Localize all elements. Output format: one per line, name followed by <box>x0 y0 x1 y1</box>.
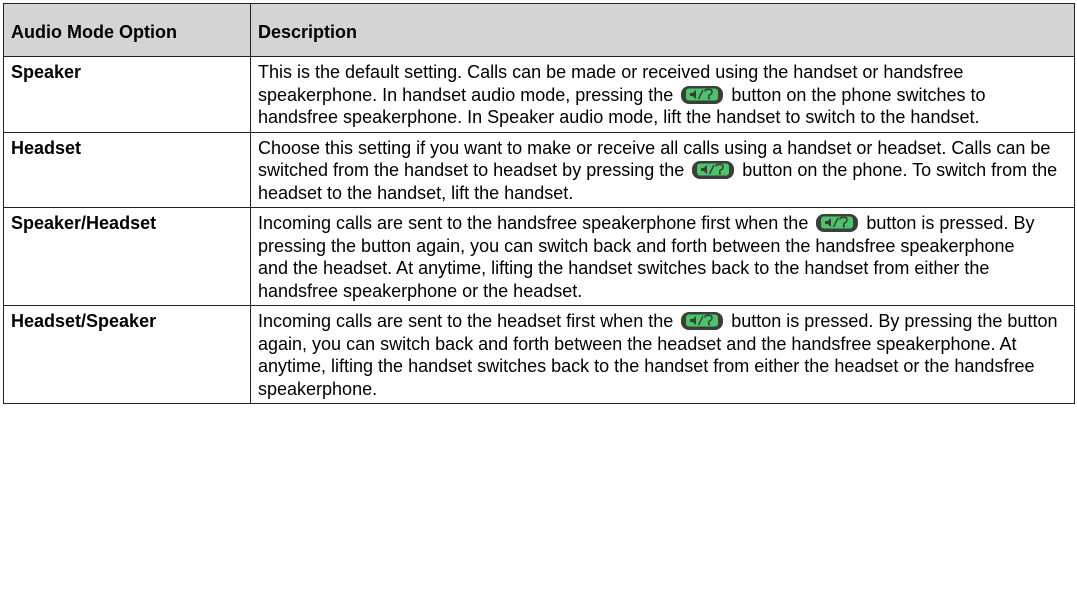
speaker-headset-button-icon <box>680 85 724 105</box>
table-row: Headset Choose this setting if you want … <box>3 131 1075 208</box>
header-audio-mode-option: Audio Mode Option <box>3 3 251 57</box>
audio-mode-table: Audio Mode Option Description Speaker Th… <box>3 3 1075 404</box>
description-cell: Incoming calls are sent to the headset f… <box>250 305 1075 404</box>
table-row: Speaker This is the default setting. Cal… <box>3 56 1075 133</box>
speaker-headset-button-icon <box>815 213 859 233</box>
description-cell: Choose this setting if you want to make … <box>250 131 1075 208</box>
table-row: Speaker/Headset Incoming calls are sent … <box>3 207 1075 306</box>
description-text: Incoming calls are sent to the headset f… <box>258 311 674 331</box>
option-cell: Speaker <box>3 56 251 133</box>
speaker-headset-button-icon <box>680 311 724 331</box>
option-cell: Speaker/Headset <box>3 207 251 306</box>
option-cell: Headset/Speaker <box>3 305 251 404</box>
table-row: Headset/Speaker Incoming calls are sent … <box>3 305 1075 404</box>
option-cell: Headset <box>3 131 251 208</box>
table-header-row: Audio Mode Option Description <box>3 3 1075 57</box>
description-text: Incoming calls are sent to the handsfree… <box>258 213 809 233</box>
description-cell: Incoming calls are sent to the handsfree… <box>250 207 1075 306</box>
description-cell: This is the default setting. Calls can b… <box>250 56 1075 133</box>
speaker-headset-button-icon <box>691 160 735 180</box>
header-description: Description <box>250 3 1075 57</box>
